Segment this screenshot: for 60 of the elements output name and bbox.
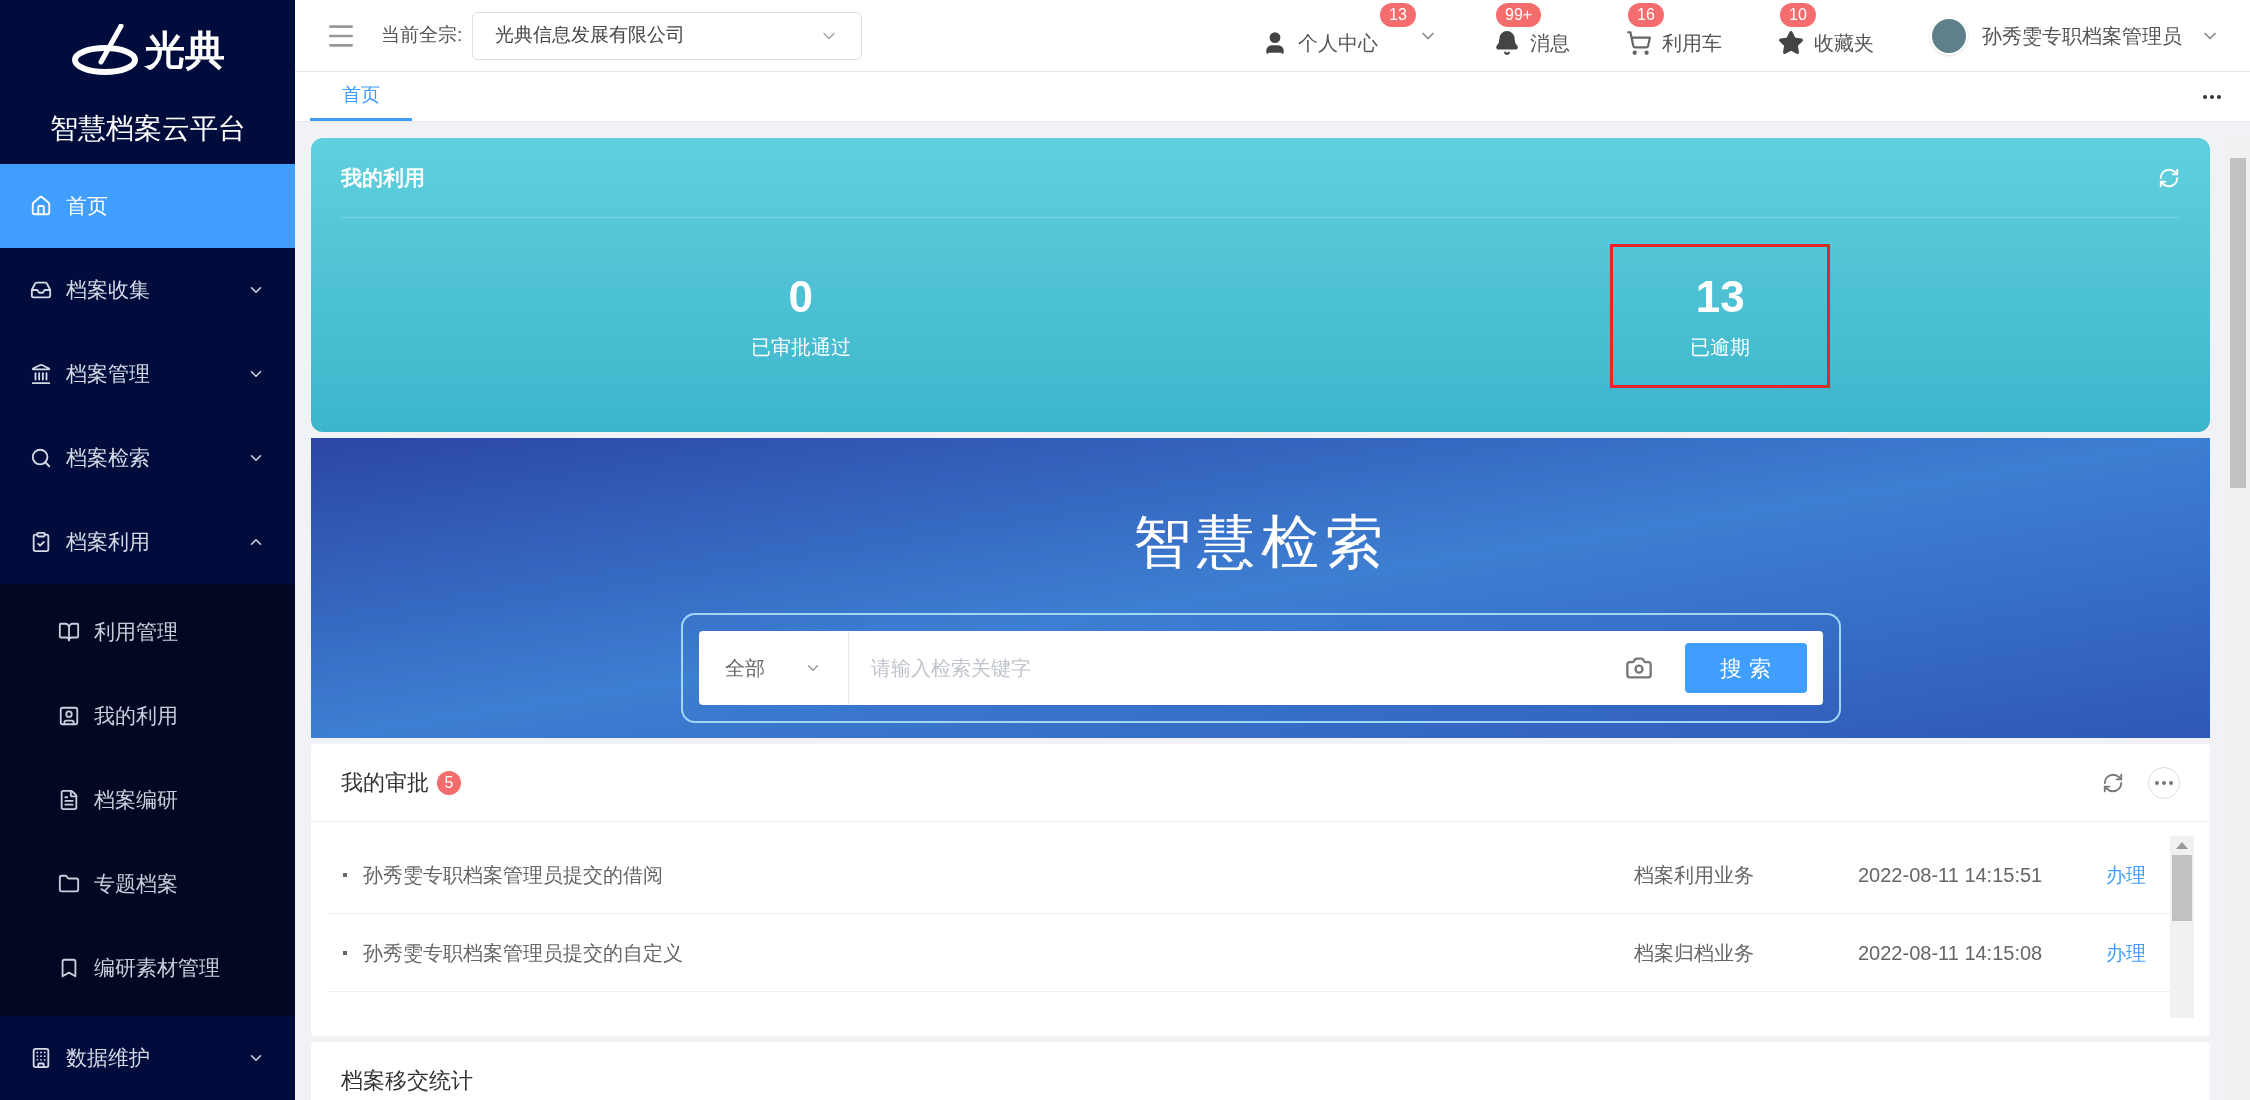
menu-item[interactable]: 数据维护 [0,1016,295,1100]
card-icon [58,705,80,727]
card-title: 我的审批 [341,769,429,797]
search-input[interactable]: 请输入检索关键字 [848,631,1625,705]
stat-label: 已审批通过 [750,335,851,360]
bullet-icon [343,950,347,955]
avatar[interactable] [1930,16,1968,55]
header-item[interactable]: 收藏夹 [1778,27,1874,58]
count-badge: 5 [437,770,461,795]
tray-icon [30,279,52,301]
approval-title: 孙秀雯专职档案管理员提交的借阅 [363,862,664,888]
submit-time: 2022-08-11 14:15:08 [1858,940,2044,966]
logo-icon [70,24,141,76]
menu-item[interactable]: 档案检索 [0,416,295,500]
book-icon [58,621,80,643]
count-badge: 13 [1380,2,1416,27]
menu-item[interactable]: 档案利用 [0,500,295,584]
card-title: 档案移交统计 [341,1068,473,1093]
star-icon [1778,29,1804,56]
bell-icon [1494,29,1520,56]
count-badge: 16 [1628,2,1664,27]
more-icon [2203,95,2221,99]
page-scrollbar[interactable] [2226,138,2250,1100]
header-item[interactable]: 利用车 [1626,27,1722,58]
cart-icon [1626,29,1652,56]
approval-title: 孙秀雯专职档案管理员提交的自定义 [363,940,684,966]
count-badge: 99+ [1496,2,1542,27]
banner-title: 智慧检索 [1132,508,1389,576]
home-icon [30,195,52,217]
scope-select[interactable]: 全部 [698,631,849,705]
stat-label: 已逾期 [1690,335,1751,360]
platform-title: 智慧档案云平台 [49,112,246,146]
refresh-icon[interactable] [2102,771,2124,794]
stat-value: 13 [1695,271,1745,323]
clipboard-check-icon [30,531,52,553]
header-item[interactable]: 消息 [1494,27,1570,58]
business-type: 档案利用业务 [1634,862,1755,888]
document-icon [58,789,80,811]
list-scrollbar[interactable] [2170,836,2194,1018]
folder-icon [58,873,80,895]
menu-item[interactable]: 档案收集 [0,248,295,332]
logo-text: 光典 [144,27,225,74]
more-icon [2155,780,2173,785]
refresh-icon[interactable] [2158,166,2180,189]
approval-row[interactable]: 孙秀雯专职档案管理员提交的自定义 档案归档业务 2022-08-11 14:15:08 办理 [327,914,2170,992]
approval-row[interactable]: 孙秀雯专职档案管理员提交的借阅 档案利用业务 2022-08-11 14:15:51 办理 [327,836,2170,914]
search-icon [30,447,52,469]
stat-value: 0 [788,271,813,323]
user-name[interactable]: 孙秀雯专职档案管理员 [1982,20,2182,51]
bullet-icon [343,872,347,877]
menu-item[interactable]: 档案管理 [0,332,295,416]
fonds-select[interactable]: 光典信息发展有限公司 [472,11,863,60]
business-type: 档案归档业务 [1634,940,1755,966]
bank-icon [30,363,52,385]
count-badge: 10 [1780,2,1816,27]
submit-time: 2022-08-11 14:15:51 [1858,862,2044,888]
card-title: 我的利用 [341,164,426,191]
building-icon [30,1047,52,1069]
fonds-label: 当前全宗: [381,23,463,48]
header-item[interactable]: 个人中心 [1262,27,1378,58]
